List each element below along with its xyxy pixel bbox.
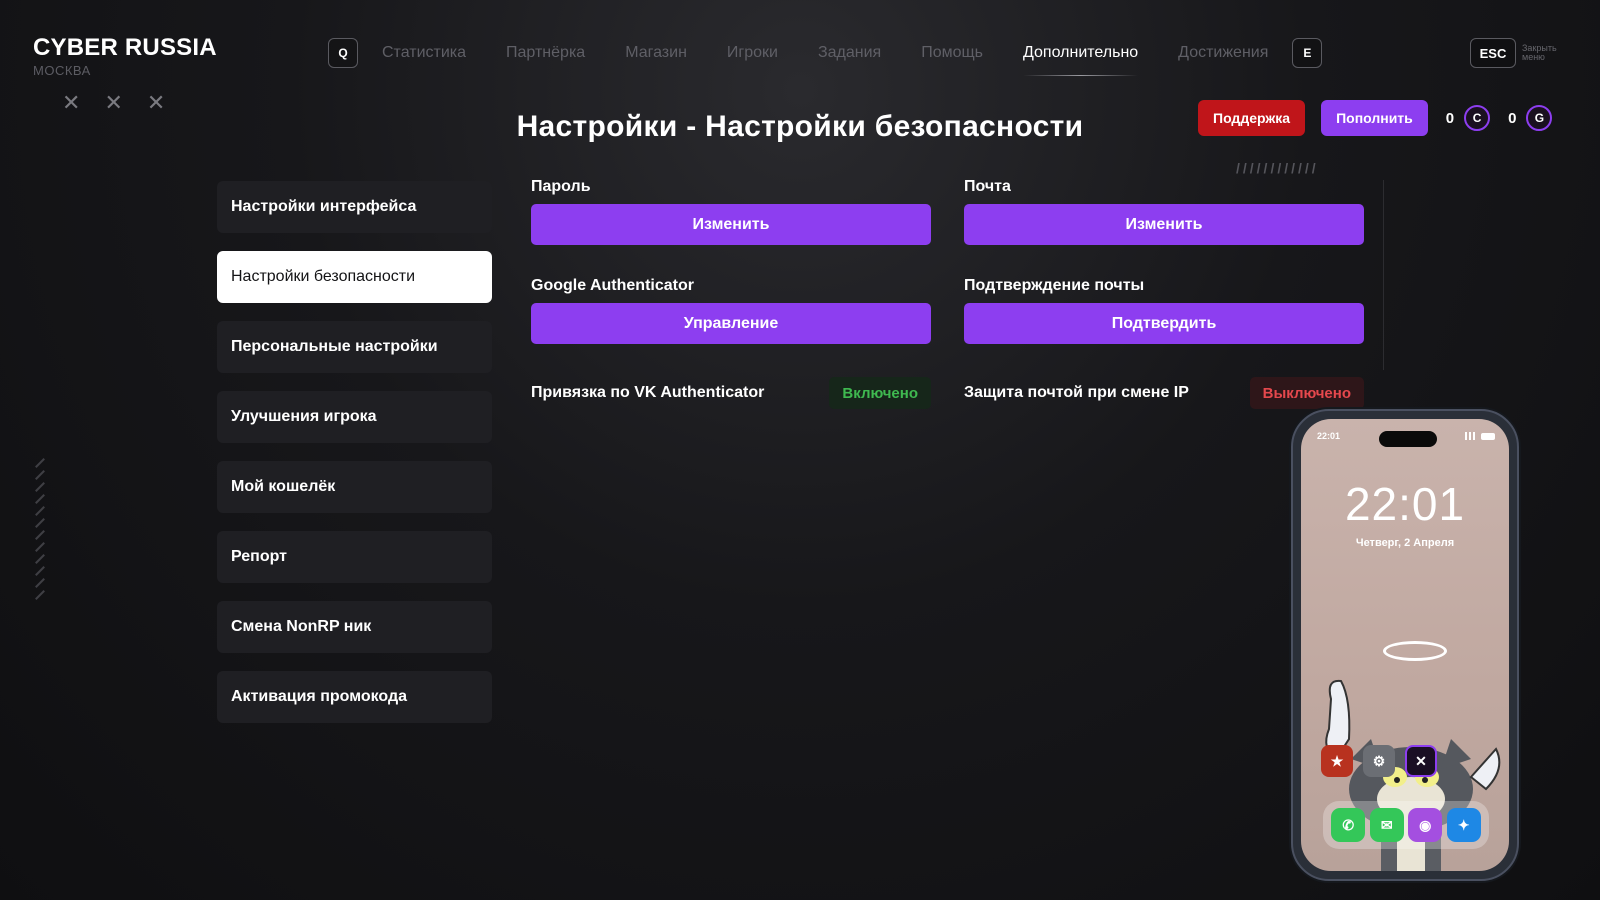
sidebar-item-wallet[interactable]: Мой кошелёк (217, 461, 492, 513)
nav-item-shop[interactable]: Магазин (625, 44, 687, 62)
nav-item-partner[interactable]: Партнёрка (506, 44, 585, 62)
confirm-email-button[interactable]: Подтвердить (964, 303, 1364, 344)
google-auth-section: Google Authenticator Управление (531, 277, 931, 376)
sidebar-item-personal[interactable]: Персональные настройки (217, 321, 492, 373)
settings-app-icon[interactable]: ⚙ (1363, 745, 1395, 777)
nav-item-achievements[interactable]: Достижения (1178, 44, 1268, 62)
vk-auth-label: Привязка по VK Authenticator (531, 384, 765, 401)
currency-c-value: 0 (1445, 109, 1455, 127)
nav-prev-key[interactable]: Q (328, 38, 358, 68)
close-menu-label: Закрыть меню (1522, 43, 1557, 62)
email-confirm-section: Подтверждение почты Подтвердить (964, 277, 1364, 376)
decor-dashes (34, 458, 46, 602)
dynamic-island (1379, 431, 1437, 447)
divider (1383, 180, 1384, 370)
phone-status-time: 22:01 (1317, 431, 1341, 441)
phone-status-icons (1465, 432, 1495, 440)
sidebar-item-nonrp-nick[interactable]: Смена NonRP ник (217, 601, 492, 653)
sidebar-item-security[interactable]: Настройки безопасности (217, 251, 492, 303)
currency-g: 0 G (1508, 105, 1553, 131)
close-menu[interactable]: ESC Закрыть меню (1470, 38, 1572, 68)
brand-title: CYBER RUSSIA (33, 34, 217, 61)
phone-widget[interactable]: 22:01 22:01 Четверг, 2 Апреля ★ ⚙ ✕ ✆ ✉ … (1291, 409, 1519, 881)
nav-item-stats[interactable]: Статистика (382, 44, 466, 62)
safari-app-icon[interactable]: ✦ (1446, 808, 1481, 842)
password-label: Пароль (531, 178, 591, 195)
change-password-button[interactable]: Изменить (531, 204, 931, 245)
messages-app-icon[interactable]: ✉ (1369, 808, 1404, 842)
phone-app-icon[interactable]: ✆ (1331, 808, 1366, 842)
sidebar-item-upgrades[interactable]: Улучшения игрока (217, 391, 492, 443)
home-apps: ★ ⚙ ✕ (1321, 745, 1437, 777)
top-nav: Q Статистика Партнёрка Магазин Игроки За… (328, 38, 1323, 76)
manage-google-auth-button[interactable]: Управление (531, 303, 931, 344)
game-app-icon[interactable]: ★ (1321, 745, 1353, 777)
password-section: Пароль Изменить (531, 178, 931, 277)
security-settings: Пароль Изменить Почта Изменить Google Au… (531, 178, 1365, 410)
sidebar-item-interface[interactable]: Настройки интерфейса (217, 181, 492, 233)
email-section: Почта Изменить (964, 178, 1364, 277)
phone-screen: 22:01 22:01 Четверг, 2 Апреля ★ ⚙ ✕ ✆ ✉ … (1301, 419, 1509, 871)
sidebar-item-report[interactable]: Репорт (217, 531, 492, 583)
battery-icon (1481, 432, 1495, 440)
nav-item-tasks[interactable]: Задания (818, 44, 881, 62)
halo-icon (1383, 641, 1447, 661)
nav-item-additional[interactable]: Дополнительно (1023, 44, 1139, 76)
header-actions: Поддержка Пополнить 0 C 0 G (1198, 100, 1553, 136)
support-button[interactable]: Поддержка (1198, 100, 1306, 136)
nav-next-key[interactable]: E (1292, 38, 1323, 68)
currency-g-value: 0 (1508, 109, 1517, 127)
settings-sidebar: Настройки интерфейса Настройки безопасно… (217, 181, 492, 741)
decor-slashes: //////////// (1236, 160, 1319, 176)
podcasts-app-icon[interactable]: ◉ (1408, 808, 1443, 842)
sidebar-item-promo[interactable]: Активация промокода (217, 671, 492, 723)
ip-protect-label: Защита почтой при смене IP (964, 384, 1189, 401)
signal-icon (1465, 432, 1477, 440)
brand-logo: CYBER RUSSIA МОСКВА (33, 34, 217, 78)
email-confirm-label: Подтверждение почты (964, 277, 1145, 294)
cyber-app-icon[interactable]: ✕ (1405, 745, 1437, 777)
lock-screen-date: Четверг, 2 Апреля (1355, 537, 1455, 549)
nav-item-players[interactable]: Игроки (727, 44, 778, 62)
phone-dock: ✆ ✉ ◉ ✦ (1323, 801, 1489, 849)
currency-c: 0 C (1445, 105, 1491, 131)
lock-screen-time: 22:01 (1344, 478, 1466, 530)
coin-g-icon: G (1526, 105, 1553, 131)
esc-key[interactable]: ESC (1470, 38, 1516, 68)
brand-city: МОСКВА (33, 63, 91, 78)
nav-item-help[interactable]: Помощь (921, 44, 983, 62)
topup-button[interactable]: Пополнить (1321, 100, 1428, 136)
ip-protect-row: Защита почтой при смене IP Выключено (964, 376, 1364, 410)
email-label: Почта (964, 178, 1011, 195)
coin-c-icon: C (1464, 105, 1491, 131)
vk-auth-status-toggle[interactable]: Включено (829, 377, 931, 409)
change-email-button[interactable]: Изменить (964, 204, 1364, 245)
vk-auth-row: Привязка по VK Authenticator Включено (531, 376, 931, 410)
ip-protect-status-toggle[interactable]: Выключено (1249, 377, 1364, 409)
google-auth-label: Google Authenticator (531, 277, 694, 294)
